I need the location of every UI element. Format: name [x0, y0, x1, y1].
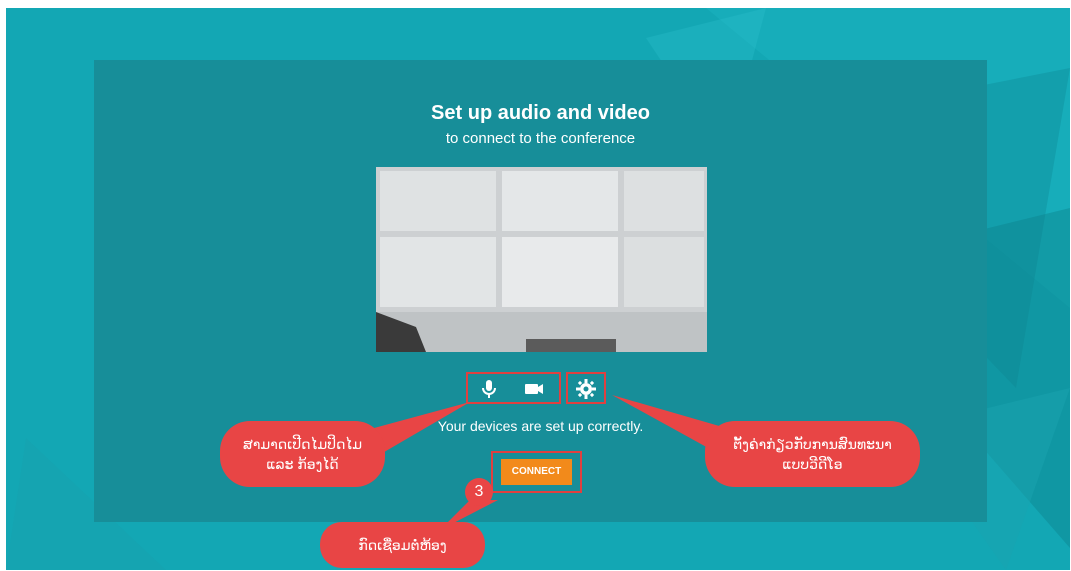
mic-camera-callout: ສາມາດເປີດໄມປິດໄມ ແລະ ກ້ອງໄດ້: [220, 434, 385, 474]
connect-callout: ກົດເຊື່ອມຕໍ່ຫ້ອງ: [358, 537, 447, 553]
step-number-badge: 3: [465, 478, 493, 506]
callout-shapes: [220, 395, 920, 568]
settings-callout-line2: ແບບວີດີໂອ: [782, 456, 843, 472]
settings-callout: ຕັ້ງຄ່າກ່ຽວກັບການສົນທະນາ ແບບວີດີໂອ: [705, 434, 920, 474]
mic-camera-callout-line1: ສາມາດເປີດໄມປິດໄມ: [242, 436, 363, 452]
mic-camera-callout-line2: ແລະ ກ້ອງໄດ້: [266, 456, 339, 472]
settings-callout-line1: ຕັ້ງຄ່າກ່ຽວກັບການສົນທະນາ: [733, 436, 892, 452]
